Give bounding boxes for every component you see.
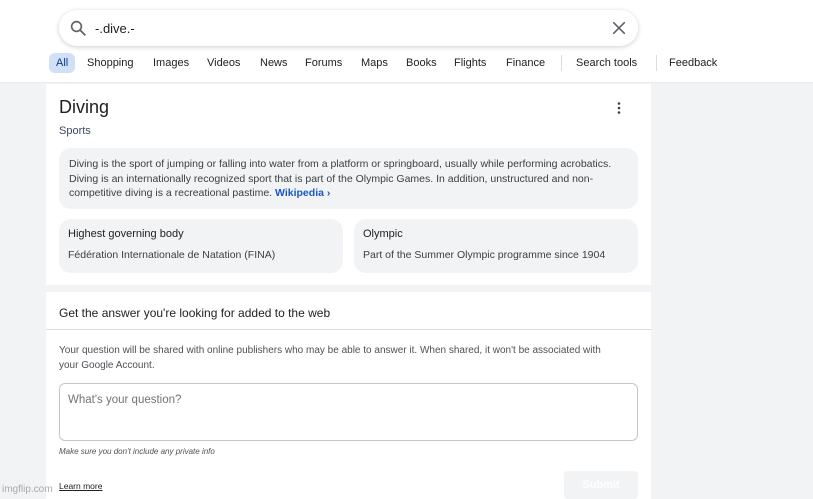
description-box: Diving is the sport of jumping or fallin… <box>59 148 638 209</box>
search-input[interactable] <box>95 18 595 38</box>
search-icon[interactable] <box>69 19 87 37</box>
tab-books[interactable]: Books <box>406 53 437 73</box>
ask-header: Get the answer you're looking for added … <box>46 292 651 330</box>
fact-card-olympic[interactable]: Olympic Part of the Summer Olympic progr… <box>354 219 638 273</box>
tab-divider <box>656 55 657 71</box>
submit-button[interactable]: Submit <box>564 471 638 499</box>
tab-finance[interactable]: Finance <box>506 53 545 73</box>
watermark: imgflip.com <box>2 484 53 495</box>
tab-videos[interactable]: Videos <box>207 53 240 73</box>
tab-news[interactable]: News <box>260 53 288 73</box>
close-icon[interactable] <box>611 20 627 36</box>
search-tools-button[interactable]: Search tools <box>576 53 637 73</box>
tab-shopping[interactable]: Shopping <box>87 53 134 73</box>
tab-forums[interactable]: Forums <box>305 53 342 73</box>
fact-label: Highest governing body <box>68 228 184 240</box>
ask-note: Your question will be shared with online… <box>59 345 601 371</box>
panel-subtitle: Sports <box>59 125 91 137</box>
tab-flights[interactable]: Flights <box>454 53 486 73</box>
question-input[interactable] <box>59 383 638 441</box>
top-bar: All Shopping Images Videos News Forums M… <box>0 0 813 83</box>
tab-images[interactable]: Images <box>153 53 189 73</box>
ask-title: Get the answer you're looking for added … <box>59 306 331 320</box>
knowledge-panel: Diving Sports Diving is the sport of jum… <box>46 84 651 285</box>
tab-maps[interactable]: Maps <box>361 53 388 73</box>
fact-value: Part of the Summer Olympic programme sin… <box>363 249 606 261</box>
tab-divider <box>561 55 562 71</box>
fact-value: Fédération Internationale de Natation (F… <box>68 249 276 261</box>
feedback-link[interactable]: Feedback <box>669 53 717 73</box>
learn-more-link[interactable]: Learn more <box>59 481 102 491</box>
privacy-note: Make sure you don't include any private … <box>59 447 215 456</box>
fact-label: Olympic <box>363 228 403 240</box>
ask-question-card: Get the answer you're looking for added … <box>46 292 651 499</box>
search-box[interactable] <box>59 10 638 46</box>
more-vert-icon[interactable] <box>612 101 626 115</box>
fact-card-governing-body[interactable]: Highest governing body Fédération Intern… <box>59 219 343 273</box>
tab-all[interactable]: All <box>49 53 76 73</box>
wikipedia-link[interactable]: Wikipedia › <box>275 187 330 199</box>
panel-title: Diving <box>59 97 110 117</box>
description-text: Diving is the sport of jumping or fallin… <box>69 158 612 199</box>
